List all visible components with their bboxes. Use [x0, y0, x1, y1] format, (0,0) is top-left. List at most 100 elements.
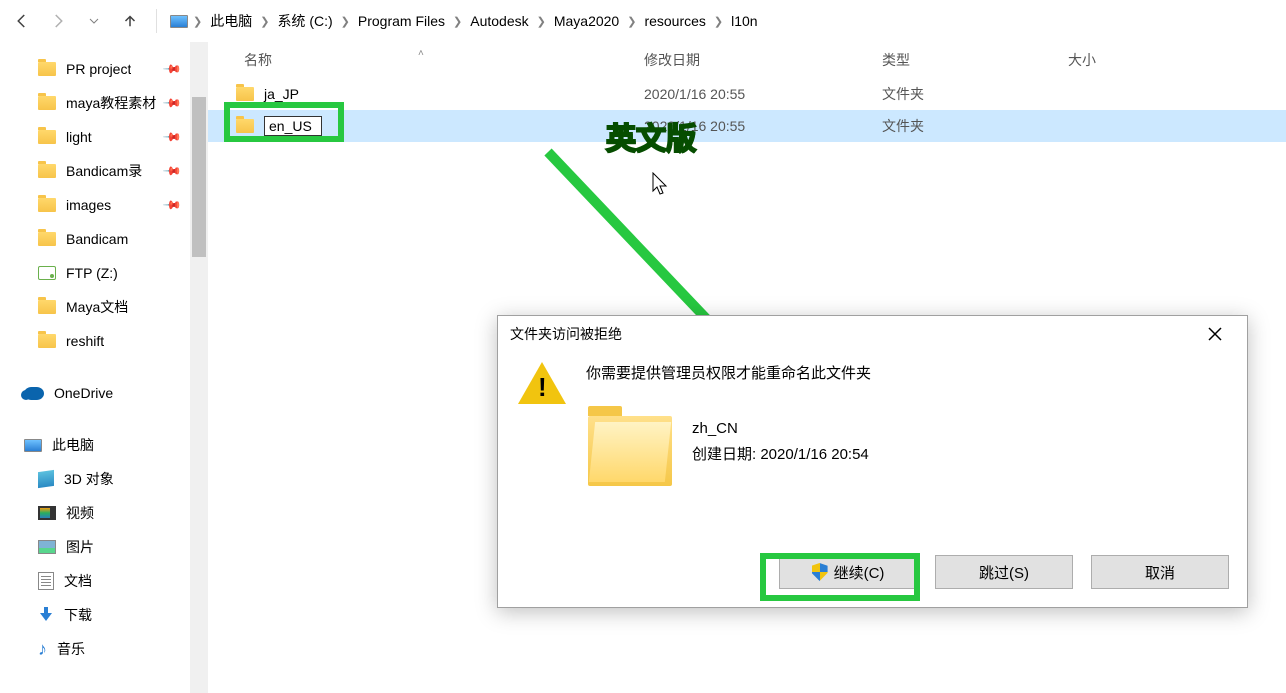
crumb-item[interactable]: resources — [640, 11, 709, 31]
dialog-folder-name: zh_CN — [692, 416, 869, 442]
skip-button[interactable]: 跳过(S) — [935, 555, 1073, 589]
sidebar-item-label: 下载 — [64, 605, 92, 625]
crumb-item[interactable]: l10n — [727, 11, 761, 31]
sidebar-item[interactable]: images📌 — [0, 188, 208, 222]
up-button[interactable] — [116, 7, 144, 35]
access-denied-dialog: 文件夹访问被拒绝 ! 你需要提供管理员权限才能重命名此文件夹 zh_CN 创建日… — [497, 315, 1248, 608]
sidebar-item-label: Maya文档 — [66, 297, 128, 317]
pin-icon: 📌 — [162, 93, 182, 113]
pin-icon: 📌 — [162, 59, 182, 79]
folder-icon — [236, 87, 254, 101]
file-type: 文件夹 — [882, 84, 1068, 104]
folder-icon — [38, 198, 56, 212]
column-headers: 名称˄ 修改日期 类型 大小 — [208, 42, 1286, 78]
sidebar-item[interactable]: 3D 对象 — [0, 462, 208, 496]
sidebar-item-label: 图片 — [66, 537, 94, 557]
sidebar-item-thispc[interactable]: 此电脑 — [0, 428, 208, 462]
file-name: ja_JP — [264, 86, 299, 102]
sidebar-item[interactable]: maya教程素材 📌 — [0, 86, 208, 120]
sidebar-item-label: 文档 — [64, 571, 92, 591]
chevron-right-icon[interactable]: ❯ — [535, 15, 548, 28]
folder-icon — [38, 232, 56, 246]
sidebar-item-label: OneDrive — [54, 385, 113, 401]
folder-icon — [38, 62, 56, 76]
crumb-item[interactable]: 此电脑 — [206, 9, 256, 33]
file-row[interactable]: en_US 2020/1/16 20:55 文件夹 — [208, 110, 1286, 142]
cancel-button[interactable]: 取消 — [1091, 555, 1229, 589]
sidebar-item-label: images — [66, 197, 111, 213]
sidebar-item[interactable]: Bandicam — [0, 222, 208, 256]
dialog-titlebar: 文件夹访问被拒绝 — [498, 316, 1247, 352]
breadcrumb[interactable]: ❯ 此电脑 ❯ 系统 (C:) ❯ Program Files ❯ Autode… — [169, 9, 1278, 33]
warning-icon: ! — [518, 362, 566, 406]
picture-icon — [38, 540, 56, 554]
sidebar-item[interactable]: light📌 — [0, 120, 208, 154]
folder-icon — [588, 416, 672, 486]
sidebar-item[interactable]: reshift — [0, 324, 208, 358]
sidebar-item-label: 3D 对象 — [64, 469, 114, 489]
toolbar: ❯ 此电脑 ❯ 系统 (C:) ❯ Program Files ❯ Autode… — [0, 0, 1286, 42]
folder-icon — [38, 300, 56, 314]
chevron-right-icon[interactable]: ❯ — [712, 15, 725, 28]
shield-icon — [812, 563, 828, 581]
chevron-right-icon[interactable]: ❯ — [191, 15, 204, 28]
column-type[interactable]: 类型 — [882, 50, 1068, 70]
file-type: 文件夹 — [882, 116, 1068, 136]
file-date: 2020/1/16 20:55 — [644, 86, 882, 102]
cube-icon — [38, 470, 54, 488]
pc-icon — [24, 439, 42, 452]
dialog-folder-info: zh_CN 创建日期: 2020/1/16 20:54 — [692, 416, 869, 467]
forward-button[interactable] — [44, 7, 72, 35]
music-icon: ♪ — [38, 639, 47, 660]
close-button[interactable] — [1195, 320, 1235, 348]
document-icon — [38, 572, 54, 590]
sidebar-item[interactable]: 图片 — [0, 530, 208, 564]
sidebar-item[interactable]: 下载 — [0, 598, 208, 632]
continue-button[interactable]: 继续(C) — [779, 555, 917, 589]
chevron-right-icon[interactable]: ❯ — [625, 15, 638, 28]
folder-icon — [38, 130, 56, 144]
dialog-created-date: 创建日期: 2020/1/16 20:54 — [692, 442, 869, 468]
crumb-item[interactable]: Autodesk — [466, 11, 532, 31]
file-row[interactable]: ja_JP 2020/1/16 20:55 文件夹 — [208, 78, 1286, 110]
sort-indicator-icon: ˄ — [418, 48, 424, 59]
crumb-item[interactable]: Maya2020 — [550, 11, 623, 31]
recent-dropdown[interactable] — [80, 7, 108, 35]
video-icon — [38, 506, 56, 520]
chevron-right-icon[interactable]: ❯ — [339, 15, 352, 28]
sidebar-item[interactable]: Bandicam录 📌 — [0, 154, 208, 188]
sidebar-item[interactable]: PR project📌 — [0, 52, 208, 86]
sidebar-item-onedrive[interactable]: OneDrive — [0, 376, 208, 410]
dialog-title: 文件夹访问被拒绝 — [510, 324, 622, 344]
sidebar: PR project📌 maya教程素材📌 light📌 Bandicam录📌 … — [0, 42, 208, 693]
scrollbar[interactable] — [190, 42, 208, 693]
sidebar-item-label: Bandicam录 — [66, 161, 142, 181]
back-button[interactable] — [8, 7, 36, 35]
folder-icon — [38, 164, 56, 178]
folder-icon — [38, 96, 56, 110]
column-size[interactable]: 大小 — [1068, 50, 1286, 70]
column-date[interactable]: 修改日期 — [644, 50, 882, 70]
pin-icon: 📌 — [162, 161, 182, 181]
scrollbar-thumb[interactable] — [192, 97, 206, 257]
sidebar-item[interactable]: FTP (Z:) — [0, 256, 208, 290]
sidebar-item-label: 此电脑 — [52, 435, 94, 455]
sidebar-item-label: Bandicam — [66, 231, 128, 247]
chevron-right-icon[interactable]: ❯ — [258, 15, 271, 28]
crumb-item[interactable]: Program Files — [354, 11, 449, 31]
sidebar-item[interactable]: 视频 — [0, 496, 208, 530]
sidebar-item[interactable]: ♪音乐 — [0, 632, 208, 666]
sidebar-item-label: reshift — [66, 333, 104, 349]
chevron-right-icon[interactable]: ❯ — [451, 15, 464, 28]
folder-icon — [236, 119, 254, 133]
rename-input[interactable]: en_US — [264, 116, 322, 136]
column-name[interactable]: 名称˄ — [208, 50, 644, 70]
download-icon — [38, 607, 54, 623]
sidebar-item-label: light — [66, 129, 92, 145]
onedrive-icon — [24, 387, 44, 400]
sidebar-item[interactable]: 文档 — [0, 564, 208, 598]
sidebar-item-label: maya教程素材 — [66, 93, 156, 113]
pc-icon — [169, 11, 189, 31]
crumb-item[interactable]: 系统 (C:) — [273, 9, 336, 33]
sidebar-item[interactable]: Maya文档 — [0, 290, 208, 324]
